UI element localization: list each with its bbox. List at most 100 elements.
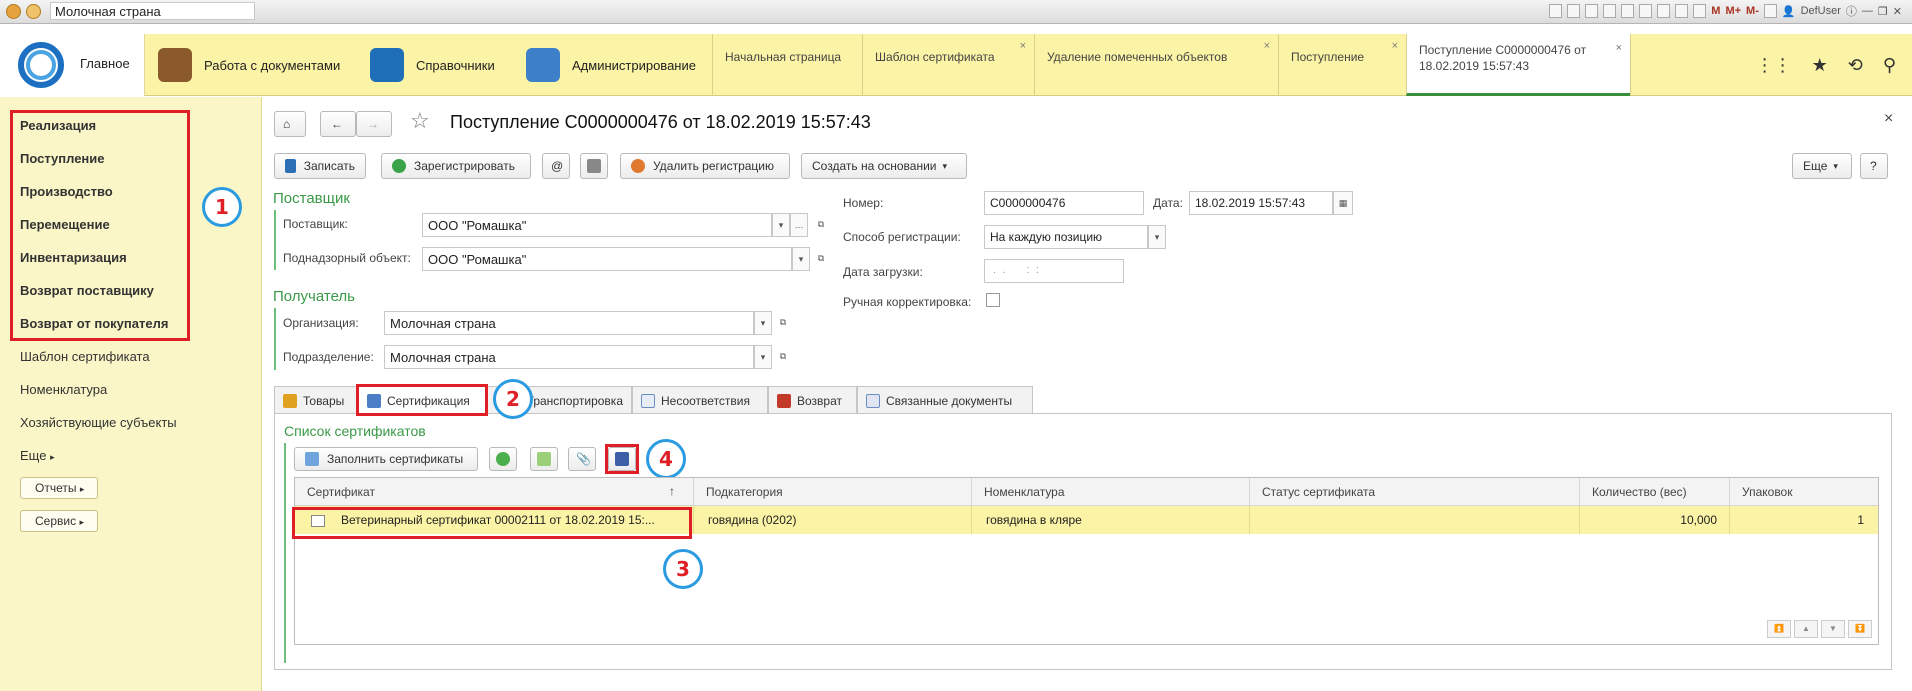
col-subcategory[interactable]: Подкатегория [694, 478, 972, 506]
menu-item-main[interactable]: Главное [80, 56, 130, 71]
history-icon[interactable]: ⟲ [1848, 55, 1863, 76]
save-button[interactable]: Записать [274, 153, 366, 179]
memory-minus-button[interactable]: M- [1746, 5, 1759, 17]
calendar-button[interactable]: ▦ [1333, 191, 1353, 215]
reg-method-dropdown[interactable]: ▾ [1148, 225, 1166, 249]
back-button[interactable]: ← [320, 111, 356, 137]
next-row-icon[interactable]: ▼ [1821, 620, 1845, 638]
star-icon[interactable] [1603, 4, 1617, 18]
tab-goods[interactable]: Товары [274, 386, 358, 414]
close-tab-icon[interactable]: × [1264, 40, 1270, 52]
compare-icon[interactable] [1693, 4, 1707, 18]
date-field[interactable]: 18.02.2019 15:57:43 [1189, 191, 1333, 215]
object-dropdown[interactable]: ▾ [792, 247, 810, 271]
grid-menu-icon[interactable]: ⋮⋮ [1756, 55, 1792, 76]
nav-cert-template[interactable]: Шаблон сертификата [20, 349, 150, 364]
help-button[interactable]: ? [1860, 153, 1888, 179]
memory-m-button[interactable]: M [1711, 5, 1720, 17]
restore-icon[interactable]: ❐ [1878, 5, 1888, 18]
app-menu-icon[interactable] [6, 4, 21, 19]
col-packages[interactable]: Упаковок [1730, 478, 1878, 506]
org-dropdown[interactable]: ▾ [754, 311, 772, 335]
info-icon[interactable]: ⓘ [1846, 3, 1857, 19]
favorite-star-icon[interactable]: ☆ [410, 108, 430, 134]
forward-button[interactable]: → [356, 111, 392, 137]
copy-row-button[interactable] [530, 447, 558, 471]
app-dropdown-icon[interactable] [26, 4, 41, 19]
memory-plus-button[interactable]: M+ [1725, 5, 1741, 17]
supplier-dropdown[interactable]: ▾ [772, 213, 790, 237]
open-tab-receipt-doc[interactable]: Поступление С0000000476 от 18.02.2019 15… [1406, 34, 1630, 96]
menu-item-catalogs[interactable]: Справочники [370, 34, 495, 96]
reg-method-select[interactable]: На каждую позицию [984, 225, 1148, 249]
dept-dropdown[interactable]: ▾ [754, 345, 772, 369]
menu-home-section[interactable]: Главное [0, 34, 145, 96]
object-field[interactable]: ООО "Ромашка" [422, 247, 792, 271]
org-open-icon[interactable]: ⧉ [774, 311, 792, 335]
first-row-icon[interactable]: ⏫ [1767, 620, 1791, 638]
service-button[interactable]: Сервис ▸ [20, 510, 98, 532]
calc-icon[interactable] [1657, 4, 1671, 18]
col-quantity[interactable]: Количество (вес) [1580, 478, 1730, 506]
object-open-icon[interactable]: ⧉ [812, 247, 830, 271]
home-button[interactable]: ⌂ [274, 111, 306, 137]
open-tab-delete-marked[interactable]: Удаление помеченных объектов × [1034, 34, 1278, 96]
open-tab-receipts[interactable]: Поступление × [1278, 34, 1406, 96]
col-nomenclature[interactable]: Номенклатура [972, 478, 1250, 506]
cell-packages[interactable]: 1 [1730, 506, 1878, 534]
nav-business-entities[interactable]: Хозяйствующие субъекты [20, 415, 177, 430]
org-field[interactable]: Молочная страна [384, 311, 754, 335]
open-tab-cert-template[interactable]: Шаблон сертификата × [862, 34, 1034, 96]
nav-more[interactable]: Еще ▸ [20, 448, 55, 463]
calendar-icon[interactable] [1675, 4, 1689, 18]
col-certificate[interactable]: Сертификат ↑ [295, 478, 694, 506]
open-tab-home[interactable]: Начальная страница [712, 34, 862, 96]
fill-certificates-button[interactable]: Заполнить сертификаты [294, 447, 478, 471]
create-based-button[interactable]: Создать на основании ▾ [801, 153, 967, 179]
dept-open-icon[interactable]: ⧉ [774, 345, 792, 369]
nav-nomenclature[interactable]: Номенклатура [20, 382, 107, 397]
number-field[interactable]: С0000000476 [984, 191, 1144, 215]
email-button[interactable]: @ [542, 153, 570, 179]
tab-nonconformity[interactable]: Несоответствия [632, 386, 768, 414]
close-window-icon[interactable]: ✕ [1893, 5, 1902, 18]
link-icon[interactable] [1639, 4, 1653, 18]
cell-status[interactable] [1250, 506, 1580, 534]
close-doc-icon[interactable]: × [1884, 110, 1893, 128]
search-icon[interactable]: ⚲ [1883, 55, 1896, 76]
add-row-button[interactable] [489, 447, 517, 471]
close-tab-icon[interactable]: × [1020, 40, 1026, 52]
menu-item-admin[interactable]: Администрирование [526, 34, 696, 96]
minimize-icon[interactable]: — [1862, 5, 1873, 17]
preview-icon[interactable] [1585, 4, 1599, 18]
close-tab-icon[interactable]: × [1392, 40, 1398, 52]
reports-button[interactable]: Отчеты ▸ [20, 477, 98, 499]
history-icon[interactable] [1621, 4, 1635, 18]
delete-registration-button[interactable]: Удалить регистрацию [620, 153, 790, 179]
print-button[interactable] [580, 153, 608, 179]
menu-item-documents[interactable]: Работа с документами [158, 34, 340, 96]
cell-nomenclature[interactable]: говядина в кляре [972, 506, 1250, 534]
supplier-field[interactable]: ООО "Ромашка" [422, 213, 772, 237]
cell-subcategory[interactable]: говядина (0202) [694, 506, 972, 534]
cell-quantity[interactable]: 10,000 [1580, 506, 1730, 534]
attach-button[interactable]: 📎 [568, 447, 596, 471]
user-name[interactable]: DefUser [1801, 5, 1841, 17]
manual-checkbox[interactable] [986, 293, 1000, 307]
load-date-field[interactable]: . . : : [984, 259, 1124, 283]
panels-icon[interactable] [1763, 4, 1777, 18]
last-row-icon[interactable]: ⏬ [1848, 620, 1872, 638]
favorites-star-icon[interactable]: ★ [1812, 55, 1828, 76]
tab-return[interactable]: Возврат [768, 386, 857, 414]
col-status[interactable]: Статус сертификата [1250, 478, 1580, 506]
print-icon[interactable] [1567, 4, 1581, 18]
close-tab-icon[interactable]: × [1616, 40, 1622, 56]
supplier-select-button[interactable]: … [790, 213, 808, 237]
prev-row-icon[interactable]: ▲ [1794, 620, 1818, 638]
more-button[interactable]: Еще ▾ [1792, 153, 1852, 179]
dept-field[interactable]: Молочная страна [384, 345, 754, 369]
tab-related-docs[interactable]: Связанные документы [857, 386, 1033, 414]
register-button[interactable]: Зарегистрировать [381, 153, 531, 179]
save-icon[interactable] [1549, 4, 1563, 18]
supplier-open-icon[interactable]: ⧉ [812, 213, 830, 237]
